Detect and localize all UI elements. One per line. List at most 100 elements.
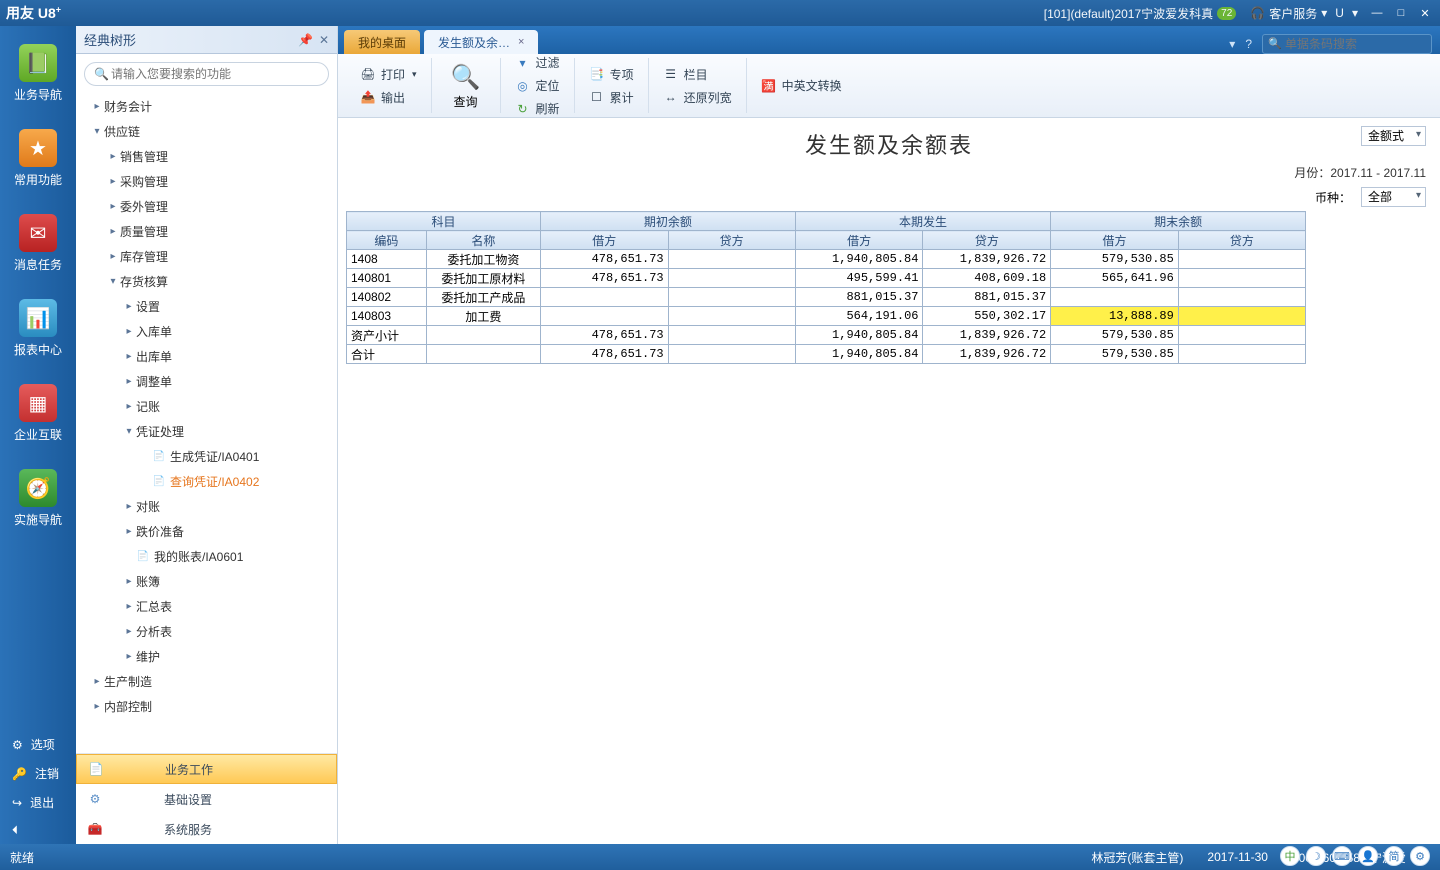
tree-item[interactable]: ▸记账 <box>82 394 331 419</box>
print-button[interactable]: 🖨打印▾ <box>356 63 421 86</box>
nav-collapse[interactable]: ⏴ <box>0 817 76 844</box>
nav-business[interactable]: 📗业务导航 <box>14 44 62 103</box>
help-icon[interactable]: ? <box>1245 37 1252 51</box>
left-navbar: 📗业务导航 ★常用功能 ✉消息任务 📊报表中心 ▦企业互联 🧭实施导航 ⚙选项 … <box>0 26 76 844</box>
col-cur-cr[interactable]: 贷方 <box>923 231 1051 250</box>
nav-favorites[interactable]: ★常用功能 <box>14 129 62 188</box>
table-row[interactable]: 140803加工费564,191.06550,302.1713,888.89 <box>347 307 1306 326</box>
close-button[interactable]: ✕ <box>1416 6 1434 20</box>
tree-item[interactable]: ▸财务会计 <box>82 94 331 119</box>
tab-basic-settings[interactable]: ⚙基础设置 <box>76 784 337 814</box>
tree-item[interactable]: 📄我的账表/IA0601 <box>82 544 331 569</box>
tree-item[interactable]: ▸分析表 <box>82 619 331 644</box>
tree-item[interactable]: ▾凭证处理 <box>82 419 331 444</box>
barcode-search-input[interactable] <box>1262 34 1432 54</box>
nav-exit[interactable]: ↪退出 <box>0 788 76 817</box>
col-open-dr[interactable]: 借方 <box>540 231 668 250</box>
tab-system-service[interactable]: 🧰系统服务 <box>76 814 337 844</box>
tree-item[interactable]: ▸委外管理 <box>82 194 331 219</box>
minimize-button[interactable]: — <box>1368 6 1386 20</box>
query-button[interactable]: 🔍查询 <box>442 59 490 112</box>
tree-item[interactable]: ▸设置 <box>82 294 331 319</box>
table-row[interactable]: 1408委托加工物资478,651.731,940,805.841,839,92… <box>347 250 1306 269</box>
tree-label: 汇总表 <box>136 598 172 615</box>
col-code[interactable]: 编码 <box>347 231 427 250</box>
nav-messages[interactable]: ✉消息任务 <box>14 214 62 273</box>
tree-item[interactable]: 📄查询凭证/IA0402 <box>82 469 331 494</box>
nav-reports[interactable]: 📊报表中心 <box>14 299 62 358</box>
table-cell: 579,530.85 <box>1051 250 1179 269</box>
table-row[interactable]: 资产小计478,651.731,940,805.841,839,926.7257… <box>347 326 1306 345</box>
tree-item[interactable]: ▸维护 <box>82 644 331 669</box>
keyboard-icon[interactable]: ⌨ <box>1332 846 1352 866</box>
refresh-button[interactable]: ↻刷新 <box>511 97 564 120</box>
tab-desktop[interactable]: 我的桌面 <box>344 30 420 54</box>
tree-item[interactable]: ▸调整单 <box>82 369 331 394</box>
nav-enterprise[interactable]: ▦企业互联 <box>14 384 62 443</box>
mail-icon: ✉ <box>19 214 57 252</box>
tree-item[interactable]: ▸采购管理 <box>82 169 331 194</box>
currency-select[interactable]: 全部 <box>1361 187 1426 207</box>
nav-options[interactable]: ⚙选项 <box>0 730 76 759</box>
special-button[interactable]: 📑专项 <box>585 63 638 86</box>
col-close-cr[interactable]: 贷方 <box>1178 231 1305 250</box>
pin-icon[interactable]: 📌 <box>298 33 313 47</box>
lang-jian-badge[interactable]: 简 <box>1384 846 1404 866</box>
mode-select[interactable]: 金额式 <box>1361 126 1426 146</box>
nav-implement[interactable]: 🧭实施导航 <box>14 469 62 528</box>
tree-item[interactable]: ▸跌价准备 <box>82 519 331 544</box>
nav-logout[interactable]: 🔑注销 <box>0 759 76 788</box>
chevron-icon: ▸ <box>122 301 136 312</box>
col-name[interactable]: 名称 <box>426 231 540 250</box>
col-close-dr[interactable]: 借方 <box>1051 231 1179 250</box>
tree-item[interactable]: ▸生产制造 <box>82 669 331 694</box>
tab-balance-report[interactable]: 发生额及余…× <box>424 30 538 54</box>
tree-item[interactable]: ▾供应链 <box>82 119 331 144</box>
notif-badge[interactable]: 72 <box>1217 7 1236 20</box>
caret-down-icon[interactable]: ▾ <box>1229 37 1235 51</box>
tree-item[interactable]: ▸入库单 <box>82 319 331 344</box>
table-row[interactable]: 140802委托加工产成品881,015.37881,015.37 <box>347 288 1306 307</box>
customer-service-link[interactable]: 客户服务 <box>1269 5 1317 22</box>
tree-item[interactable]: ▸质量管理 <box>82 219 331 244</box>
col-closing[interactable]: 期末余额 <box>1051 212 1306 231</box>
table-cell <box>668 269 795 288</box>
total-checkbox[interactable]: ☐累计 <box>585 86 638 109</box>
table-row[interactable]: 合计478,651.731,940,805.841,839,926.72579,… <box>347 345 1306 364</box>
table-row[interactable]: 140801委托加工原材料478,651.73495,599.41408,609… <box>347 269 1306 288</box>
tree-item[interactable]: ▸内部控制 <box>82 694 331 719</box>
caret-down-icon[interactable]: ▾ <box>1321 6 1327 20</box>
tree-item[interactable]: 📄生成凭证/IA0401 <box>82 444 331 469</box>
close-icon[interactable]: ✕ <box>319 33 329 47</box>
tree-item[interactable]: ▸库存管理 <box>82 244 331 269</box>
chevron-icon: ▾ <box>90 126 104 137</box>
col-open-cr[interactable]: 贷方 <box>668 231 795 250</box>
columns-button[interactable]: ☰栏目 <box>659 63 736 86</box>
lang-cn-badge[interactable]: 中 <box>1280 846 1300 866</box>
tree-item[interactable]: ▸对账 <box>82 494 331 519</box>
caret-down-icon[interactable]: ▾ <box>412 69 417 80</box>
col-current[interactable]: 本期发生 <box>795 212 1050 231</box>
output-button[interactable]: 📤输出 <box>356 86 421 109</box>
restore-width-button[interactable]: ↔还原列宽 <box>659 86 736 109</box>
tree-search-input[interactable] <box>84 62 329 86</box>
tree-item[interactable]: ▸汇总表 <box>82 594 331 619</box>
tree-item[interactable]: ▾存货核算 <box>82 269 331 294</box>
caret-down-icon[interactable]: ▾ <box>1352 6 1358 20</box>
col-opening[interactable]: 期初余额 <box>540 212 795 231</box>
col-subject[interactable]: 科目 <box>347 212 541 231</box>
tree-item[interactable]: ▸账簿 <box>82 569 331 594</box>
tab-business-work[interactable]: 📄业务工作 <box>76 754 337 784</box>
maximize-button[interactable]: □ <box>1392 6 1410 20</box>
gear-icon[interactable]: ⚙ <box>1410 846 1430 866</box>
tree-item[interactable]: ▸出库单 <box>82 344 331 369</box>
person-icon[interactable]: 👤 <box>1358 846 1378 866</box>
u-menu[interactable]: U <box>1335 6 1344 20</box>
col-cur-dr[interactable]: 借方 <box>795 231 923 250</box>
close-icon[interactable]: × <box>518 36 524 48</box>
translate-button[interactable]: 🈵中英文转换 <box>757 74 846 97</box>
moon-icon[interactable]: ☽ <box>1306 846 1326 866</box>
filter-button[interactable]: ▾过滤 <box>511 51 564 74</box>
tree-item[interactable]: ▸销售管理 <box>82 144 331 169</box>
locate-button[interactable]: ◎定位 <box>511 74 564 97</box>
